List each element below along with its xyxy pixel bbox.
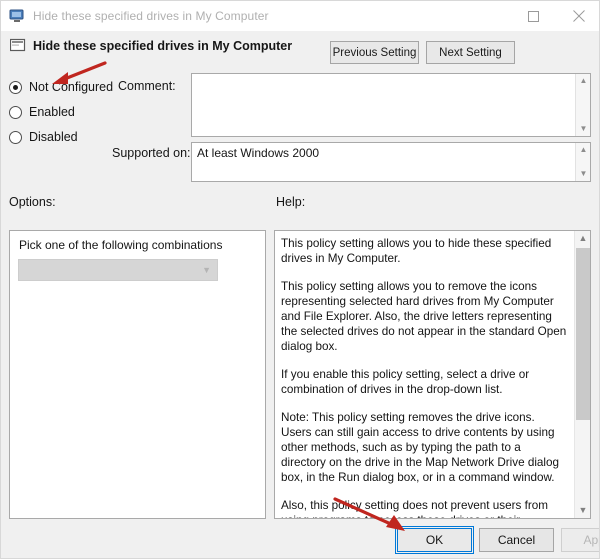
radio-indicator	[9, 130, 22, 144]
comment-scrollbar[interactable]: ▲ ▼	[575, 74, 590, 136]
cancel-button[interactable]: Cancel	[479, 528, 554, 552]
radio-not-configured[interactable]: Not Configured	[9, 80, 113, 94]
title-bar-text: Hide these specified drives in My Comput…	[33, 9, 269, 23]
comment-input[interactable]: ▲ ▼	[191, 73, 591, 137]
supported-on-value: At least Windows 2000	[197, 146, 320, 160]
help-paragraph: Also, this policy setting does not preve…	[281, 499, 548, 518]
help-text-content: This policy setting allows you to hide t…	[275, 231, 574, 518]
radio-enabled[interactable]: Enabled	[9, 105, 75, 119]
page-title: Hide these specified drives in My Comput…	[33, 39, 293, 53]
options-panel: Pick one of the following combinations ▼	[9, 230, 266, 519]
chevron-up-icon[interactable]: ▲	[576, 74, 591, 88]
maximize-icon[interactable]	[511, 1, 556, 31]
radio-label: Not Configured	[29, 80, 114, 94]
drive-combination-dropdown[interactable]: ▼	[18, 259, 218, 281]
group-policy-setting-dialog: Hide these specified drives in My Comput…	[0, 0, 600, 559]
comment-label: Comment:	[118, 79, 176, 93]
policy-monitor-icon	[9, 8, 25, 24]
chevron-up-icon[interactable]: ▲	[576, 143, 591, 157]
chevron-down-icon: ▼	[202, 265, 211, 275]
supported-on-label: Supported on:	[112, 146, 191, 160]
radio-indicator	[9, 105, 22, 119]
window-controls	[511, 1, 599, 31]
title-bar: Hide these specified drives in My Comput…	[1, 1, 599, 31]
help-paragraph: Note: This policy setting removes the dr…	[281, 411, 560, 484]
close-icon[interactable]	[556, 1, 599, 31]
previous-setting-button[interactable]: Previous Setting	[330, 41, 419, 64]
options-prompt-label: Pick one of the following combinations	[19, 238, 223, 252]
chevron-up-icon[interactable]: ▲	[575, 231, 591, 246]
options-section-label: Options:	[9, 195, 56, 209]
chevron-down-icon[interactable]: ▼	[575, 503, 591, 518]
radio-label: Enabled	[29, 105, 75, 119]
supported-on-scrollbar[interactable]: ▲ ▼	[575, 143, 590, 181]
supported-on-field: At least Windows 2000 ▲ ▼	[191, 142, 591, 182]
ok-button[interactable]: OK	[395, 526, 474, 554]
help-paragraph: This policy setting allows you to hide t…	[281, 237, 552, 265]
chevron-down-icon[interactable]: ▼	[576, 167, 591, 181]
radio-disabled[interactable]: Disabled	[9, 130, 78, 144]
chevron-down-icon[interactable]: ▼	[576, 122, 591, 136]
help-paragraph: This policy setting allows you to remove…	[281, 280, 567, 353]
next-setting-button[interactable]: Next Setting	[426, 41, 515, 64]
help-section-label: Help:	[276, 195, 306, 209]
comment-value	[192, 74, 575, 136]
scrollbar-thumb[interactable]	[576, 248, 590, 420]
help-paragraph: If you enable this policy setting, selec…	[281, 368, 530, 396]
apply-button: Apply	[561, 528, 599, 552]
radio-label: Disabled	[29, 130, 78, 144]
help-panel: This policy setting allows you to hide t…	[274, 230, 591, 519]
help-scrollbar[interactable]: ▲ ▼	[574, 231, 590, 518]
radio-indicator	[9, 80, 22, 94]
policy-monitor-icon	[9, 38, 27, 54]
